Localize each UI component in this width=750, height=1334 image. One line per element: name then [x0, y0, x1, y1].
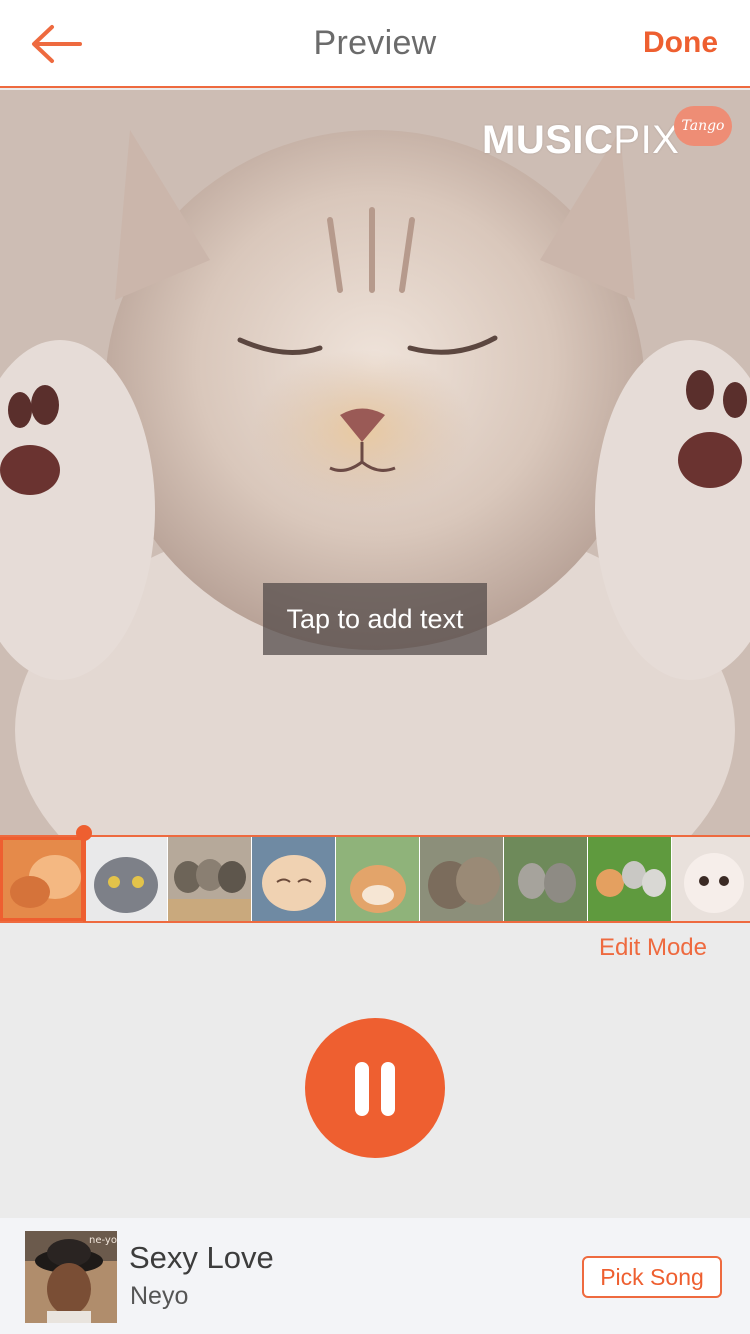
thumb-image	[0, 837, 83, 921]
thumb-image	[336, 837, 419, 921]
playhead-handle[interactable]	[76, 825, 92, 841]
filmstrip-thumb[interactable]	[0, 837, 84, 921]
kitten-photo	[0, 90, 750, 835]
filmstrip-thumb[interactable]	[84, 837, 168, 921]
app-root: Preview Done MUSICPIX Tango Tap to add t…	[0, 0, 750, 1334]
thumb-image	[672, 837, 750, 921]
song-bar: ne-yo Sexy Love Neyo Pick Song	[0, 1218, 750, 1334]
done-button[interactable]: Done	[643, 26, 718, 60]
filmstrip-thumb[interactable]	[504, 837, 588, 921]
tango-badge: Tango	[674, 106, 732, 146]
edit-mode-link[interactable]: Edit Mode	[599, 934, 707, 962]
pick-song-button[interactable]: Pick Song	[582, 1256, 722, 1298]
watermark-brand: MUSICPIX	[482, 118, 680, 162]
thumb-image	[588, 837, 671, 921]
photo-preview[interactable]: MUSICPIX Tango Tap to add text	[0, 90, 750, 835]
filmstrip-thumb[interactable]	[420, 837, 504, 921]
filmstrip-thumb[interactable]	[672, 837, 750, 921]
nav-header: Preview Done	[0, 0, 750, 88]
filmstrip-thumb[interactable]	[252, 837, 336, 921]
filmstrip-thumb[interactable]	[336, 837, 420, 921]
pause-button[interactable]	[305, 1018, 445, 1158]
album-art: ne-yo	[25, 1231, 117, 1323]
thumb-image	[252, 837, 335, 921]
thumb-image	[420, 837, 503, 921]
thumb-image	[84, 837, 167, 921]
thumb-image	[168, 837, 251, 921]
album-art-image: ne-yo	[25, 1231, 117, 1323]
photo-filmstrip[interactable]	[0, 835, 750, 923]
svg-text:ne-yo: ne-yo	[89, 1235, 117, 1246]
pause-bar-right	[381, 1062, 395, 1116]
musicpix-watermark: MUSICPIX Tango	[482, 106, 732, 166]
playhead-line	[83, 836, 86, 922]
add-text-button[interactable]: Tap to add text	[263, 583, 487, 655]
pause-bar-left	[355, 1062, 369, 1116]
filmstrip-thumb[interactable]	[588, 837, 672, 921]
song-artist: Neyo	[130, 1282, 189, 1310]
thumb-image	[504, 837, 587, 921]
song-title: Sexy Love	[129, 1240, 274, 1275]
page-title: Preview	[313, 24, 437, 62]
filmstrip-thumb[interactable]	[168, 837, 252, 921]
